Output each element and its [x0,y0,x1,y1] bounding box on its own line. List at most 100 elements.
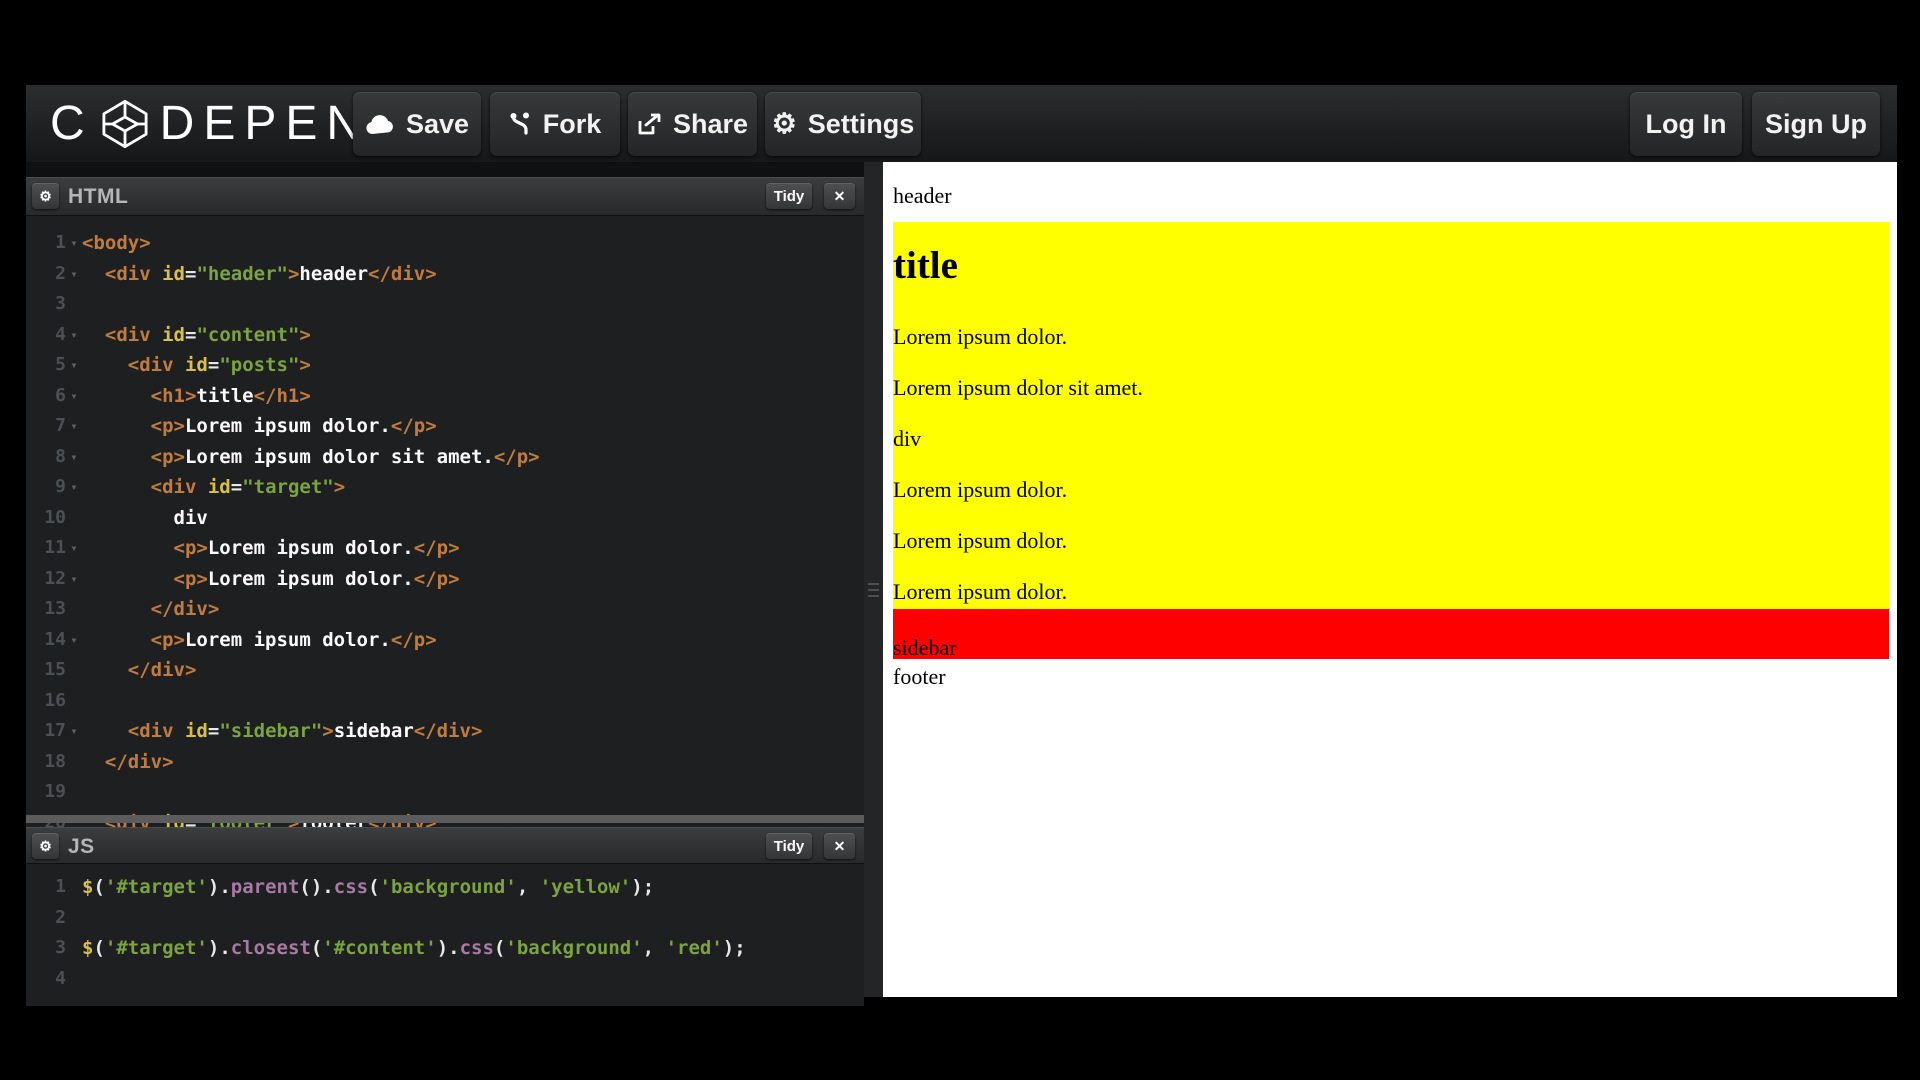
save-label: Save [405,108,470,139]
html-panel-title: HTML [68,184,129,208]
fold-arrow-icon[interactable]: ▾ [66,381,82,412]
js-tidy-button[interactable]: Tidy [766,833,812,859]
fold-arrow-icon[interactable]: ▾ [66,228,82,259]
code-text: </div> [150,598,220,620]
code-text: </div> [127,659,197,681]
signup-button[interactable]: Sign Up [1752,92,1880,156]
line-number: 6 [55,384,66,406]
codepen-window: C DEPEN Save Fork Share ⚙ Settings Log I… [0,0,1920,1080]
code-line: 13 </div> [26,594,864,625]
signup-label: Sign Up [1765,108,1867,139]
fork-icon [510,112,529,135]
code-line: 14 ▾ <p>Lorem ipsum dolor.</p> [26,625,864,656]
preview-paragraph: Lorem ipsum dolor. [893,579,1068,604]
code-line: 4 ▾ <div id="content"> [26,320,864,351]
top-header-bar: C DEPEN Save Fork Share ⚙ Settings Log I… [26,85,1897,163]
codepen-logo[interactable]: C DEPEN [50,85,370,162]
preview-paragraph: Lorem ipsum dolor. [893,324,1068,349]
code-text: <p>Lorem ipsum dolor sit amet.</p> [150,445,540,468]
code-line: 15 </div> [26,655,864,686]
gear-icon: ⚙ [39,187,52,204]
html-tidy-button[interactable]: Tidy [766,183,812,209]
fork-label: Fork [542,108,602,139]
code-text: $('#target').parent().css('background', … [82,876,655,898]
html-panel-header: ⚙ HTML Tidy ✕ [26,177,864,216]
codepen-cube-icon [102,99,148,148]
line-number: 1 [55,876,66,897]
settings-label: Settings [807,108,915,139]
js-close-button[interactable]: ✕ [824,833,855,859]
share-button[interactable]: Share [628,92,757,156]
code-line: 2 [26,903,864,934]
preview-pane[interactable]: header title Lorem ipsum dolor. Lorem ip… [883,162,1897,997]
code-line: 18 </div> [26,747,864,778]
fold-arrow-icon[interactable]: ▾ [66,442,82,473]
fold-arrow-icon[interactable]: ▾ [66,320,82,351]
code-line: 6 ▾ <h1>title</h1> [26,381,864,412]
js-gear-button[interactable]: ⚙ [32,833,59,859]
share-icon [638,113,661,134]
code-text: <div id="target"> [150,476,346,498]
js-code-editor[interactable]: 1 $('#target').parent().css('background',… [26,864,864,1006]
line-number: 2 [55,262,66,284]
line-number: 11 [44,537,66,558]
login-button[interactable]: Log In [1630,92,1742,156]
editor-preview-divider[interactable] [864,162,883,997]
divider-grip [868,589,879,591]
close-icon: ✕ [833,837,846,854]
code-line: 8 ▾ <p>Lorem ipsum dolor sit amet.</p> [26,442,864,473]
html-gear-button[interactable]: ⚙ [32,183,59,209]
fold-arrow-icon[interactable]: ▾ [66,625,82,656]
code-line: 10 div [26,503,864,534]
fold-arrow-icon[interactable]: ▾ [66,472,82,503]
code-line: 3 $('#target').closest('#content').css('b… [26,933,864,964]
line-number: 18 [44,750,66,772]
line-number: 2 [55,906,66,928]
fold-arrow-icon[interactable]: ▾ [66,533,82,564]
code-text: $('#target').closest('#content').css('ba… [82,937,746,959]
fold-arrow-icon[interactable]: ▾ [66,716,82,747]
close-icon: ✕ [833,187,846,204]
line-number: 8 [55,445,66,467]
code-line: 12 ▾ <p>Lorem ipsum dolor.</p> [26,564,864,595]
line-number: 3 [55,293,66,314]
html-close-button[interactable]: ✕ [824,183,855,209]
fold-arrow-icon[interactable]: ▾ [66,411,82,442]
fold-arrow-icon[interactable]: ▾ [66,350,82,381]
preview-paragraph: Lorem ipsum dolor. [893,477,1068,502]
settings-button[interactable]: ⚙ Settings [765,92,921,156]
fork-button[interactable]: Fork [490,92,620,156]
code-text: <p>Lorem ipsum dolor.</p> [173,537,460,559]
code-line: 5 ▾ <div id="posts"> [26,350,864,381]
code-line: 16 [26,686,864,717]
code-text: <p>Lorem ipsum dolor.</p> [150,628,437,651]
save-button[interactable]: Save [353,92,481,156]
code-text: <h1>title</h1> [150,384,311,407]
line-number: 10 [44,506,66,528]
code-text: <p>Lorem ipsum dolor.</p> [173,567,460,590]
line-number: 4 [55,323,66,345]
js-panel: ⚙ JS Tidy ✕ 1 $('#target').parent().css('… [26,827,864,1006]
fold-arrow-icon[interactable]: ▾ [66,259,82,290]
line-number: 3 [55,937,66,958]
code-line: 9 ▾ <div id="target"> [26,472,864,503]
code-text: <p>Lorem ipsum dolor.</p> [150,415,437,437]
code-line: 7 ▾ <p>Lorem ipsum dolor.</p> [26,411,864,442]
code-line: 1 ▾ <body> [26,228,864,259]
html-horizontal-scrollbar[interactable] [26,815,864,823]
line-number: 1 [55,232,66,253]
html-code-editor[interactable]: 1 ▾ <body> 2 ▾ <div id="header">header</div>… [26,216,864,829]
preview-footer-text: footer [893,664,946,689]
line-number: 4 [55,967,66,989]
fold-arrow-icon[interactable]: ▾ [66,564,82,595]
